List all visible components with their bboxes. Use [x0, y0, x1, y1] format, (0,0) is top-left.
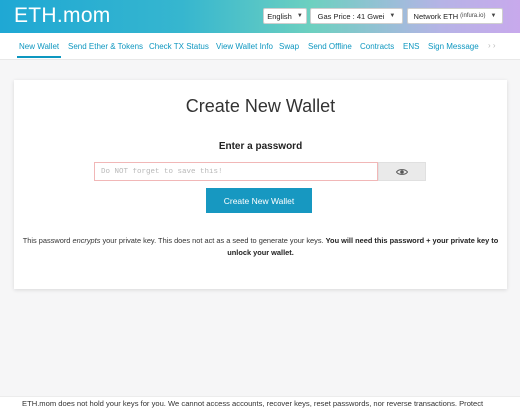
- nav-sign-message[interactable]: Sign Message: [428, 42, 479, 51]
- password-note: This password encrypts your private key.…: [20, 235, 501, 259]
- language-label: English: [267, 11, 292, 21]
- nav-swap[interactable]: Swap: [279, 42, 299, 51]
- language-dropdown[interactable]: English ▼: [263, 8, 307, 24]
- note-text-1: This password: [22, 236, 73, 245]
- caret-down-icon: ▼: [389, 13, 396, 19]
- caret-down-icon: ▼: [296, 13, 303, 19]
- nav-send-ether-tokens[interactable]: Send Ether & Tokens: [68, 42, 143, 51]
- password-input[interactable]: [94, 162, 378, 181]
- eye-icon: [396, 168, 408, 175]
- footer-text: ETH.mom does not hold your keys for you.…: [22, 399, 484, 408]
- nav-send-offline[interactable]: Send Offline: [308, 42, 352, 51]
- active-tab-indicator: [17, 56, 61, 58]
- top-header: ETH.mom English ▼ Gas Price : 41 Gwei ▼ …: [0, 0, 520, 33]
- main-nav: New Wallet Send Ether & Tokens Check TX …: [0, 33, 520, 60]
- page-title: Create New Wallet: [185, 96, 336, 116]
- nav-scroll-right-icon[interactable]: › ›: [488, 41, 496, 50]
- toggle-password-visibility-button[interactable]: [378, 162, 426, 181]
- nav-view-wallet-info[interactable]: View Wallet Info: [216, 42, 273, 51]
- gas-price-dropdown[interactable]: Gas Price : 41 Gwei ▼: [310, 8, 403, 24]
- gas-price-label: Gas Price : 41 Gwei: [317, 11, 385, 21]
- note-text-2: your private key. This does not act as a…: [100, 236, 326, 245]
- nav-ens[interactable]: ENS: [403, 42, 419, 51]
- nav-contracts[interactable]: Contracts: [360, 42, 394, 51]
- note-emphasis: encrypts: [72, 236, 101, 245]
- network-dropdown[interactable]: Network ETH (infura.io) ▼: [407, 8, 503, 24]
- nav-new-wallet[interactable]: New Wallet: [19, 42, 59, 51]
- caret-down-icon: ▼: [490, 13, 497, 19]
- network-label: Network ETH: [413, 11, 459, 21]
- network-provider: (infura.io): [460, 13, 486, 19]
- nav-check-tx-status[interactable]: Check TX Status: [149, 42, 209, 51]
- site-logo[interactable]: ETH.mom: [14, 4, 111, 28]
- footer-disclaimer: ETH.mom does not hold your keys for you.…: [0, 396, 520, 410]
- create-wallet-card: Create New Wallet Enter a password Creat…: [14, 80, 507, 289]
- password-label: Enter a password: [218, 141, 303, 152]
- create-wallet-button[interactable]: Create New Wallet: [206, 188, 312, 213]
